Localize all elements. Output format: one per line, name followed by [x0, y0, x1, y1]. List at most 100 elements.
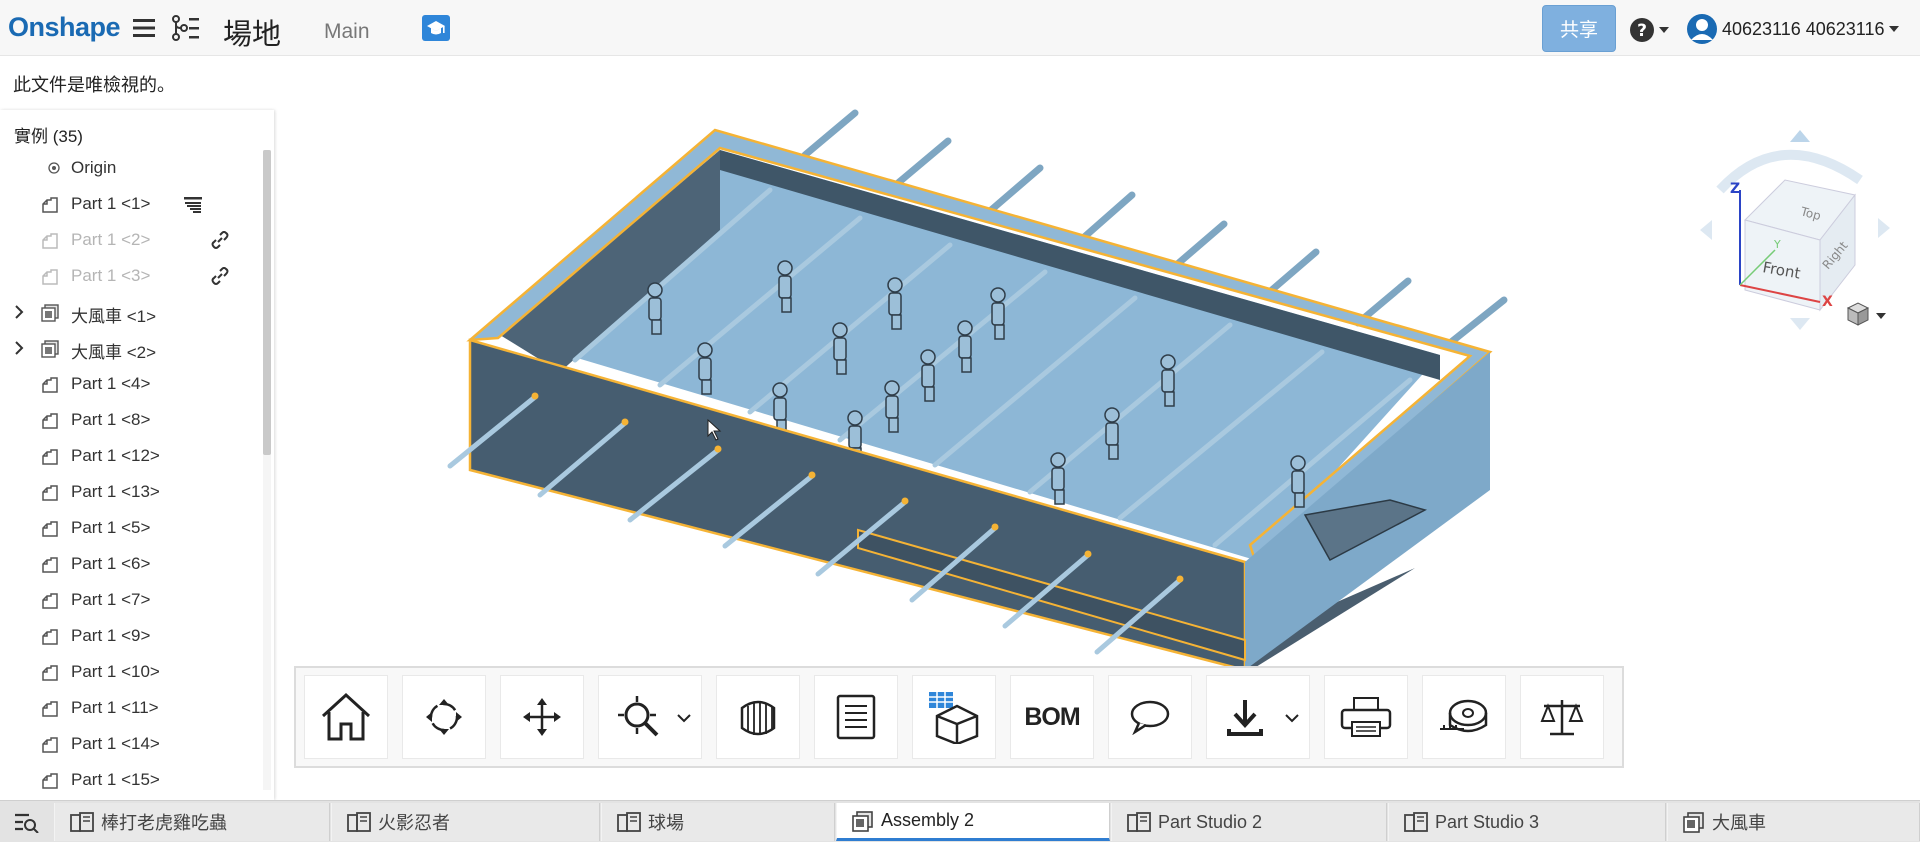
part-icon — [40, 375, 60, 400]
subassembly-icon — [40, 339, 60, 364]
avatar-icon — [1687, 14, 1717, 44]
svg-text:?: ? — [1637, 21, 1647, 41]
svg-text:X: X — [1822, 294, 1833, 310]
chevron-down-icon — [1659, 27, 1669, 33]
pan-button[interactable] — [500, 675, 584, 759]
tab-part-studio[interactable]: 火影忍者 — [331, 803, 600, 841]
part-icon — [40, 555, 60, 580]
chevron-down-icon[interactable] — [677, 714, 691, 723]
part-studio-icon — [347, 812, 371, 832]
section-view-button[interactable] — [716, 675, 800, 759]
part-icon — [40, 627, 60, 652]
instance-list-panel: 實例 (35) Origin Part 1 <1> Part 1 <2> Par… — [0, 110, 274, 800]
instance-item[interactable]: Part 1 <13> — [0, 474, 262, 510]
link-icon[interactable] — [211, 267, 229, 290]
document-title[interactable]: 場地 — [223, 11, 281, 53]
chevron-right-icon[interactable] — [14, 340, 24, 360]
instance-item[interactable]: Part 1 <11> — [0, 690, 262, 726]
instance-item[interactable]: Part 1 <5> — [0, 510, 262, 546]
tab-manager-button[interactable] — [0, 801, 52, 843]
part-icon — [40, 699, 60, 724]
part-icon — [40, 735, 60, 760]
part-icon — [40, 231, 60, 256]
instance-item[interactable]: Part 1 <6> — [0, 546, 262, 582]
exploded-view-button[interactable] — [912, 675, 996, 759]
tab-list-icon — [15, 813, 39, 833]
properties-icon — [836, 694, 876, 740]
instance-item[interactable]: Part 1 <4> — [0, 366, 262, 402]
subassembly-icon — [40, 303, 60, 328]
instance-item[interactable]: Part 1 <1> — [0, 186, 262, 222]
section-view-icon — [740, 700, 776, 736]
instance-item-subassembly[interactable]: 大風車 <2> — [0, 330, 262, 366]
tab-part-studio[interactable]: 棒打老虎雞吃蟲 — [54, 803, 330, 841]
instance-item-subassembly[interactable]: 大風車 <1> — [0, 294, 262, 330]
tab-part-studio-3[interactable]: Part Studio 3 — [1388, 803, 1666, 841]
share-button[interactable]: 共享 — [1542, 5, 1616, 52]
scrollbar-thumb[interactable] — [263, 150, 271, 455]
instance-item[interactable]: Part 1 <7> — [0, 582, 262, 618]
instance-tree: Origin Part 1 <1> Part 1 <2> Part 1 <3> … — [0, 150, 262, 798]
explode-table-icon — [929, 692, 979, 744]
zoom-button[interactable] — [598, 675, 702, 759]
learning-center-icon[interactable] — [421, 13, 451, 43]
instance-item[interactable]: Part 1 <15> — [0, 762, 262, 798]
instance-item[interactable]: Part 1 <3> — [0, 258, 262, 294]
bom-button[interactable]: BOM — [1010, 675, 1094, 759]
comment-button[interactable] — [1108, 675, 1192, 759]
instance-list-title: 實例 (35) — [14, 127, 83, 146]
rotate-button[interactable] — [402, 675, 486, 759]
tab-assembly-2[interactable]: Assembly 2 — [836, 803, 1110, 841]
rotate-right-icon — [1878, 218, 1890, 238]
rotate-down-icon — [1790, 318, 1810, 330]
instance-item[interactable]: Part 1 <14> — [0, 726, 262, 762]
home-view-button[interactable] — [304, 675, 388, 759]
branch-name[interactable]: Main — [324, 20, 370, 44]
view-options-icon — [1846, 302, 1886, 326]
measure-icon — [1440, 699, 1488, 733]
onshape-logo[interactable]: Onshape — [8, 12, 121, 43]
home-icon — [321, 692, 371, 741]
tab-part-studio[interactable]: 球場 — [601, 803, 835, 841]
part-icon — [40, 267, 60, 292]
part-icon — [40, 411, 60, 436]
chevron-down-icon[interactable] — [1285, 714, 1299, 723]
instance-item[interactable]: Part 1 <12> — [0, 438, 262, 474]
version-graph-icon[interactable] — [171, 14, 199, 42]
user-menu[interactable]: 40623116 40623116 — [1686, 13, 1899, 45]
part-studio-icon — [70, 812, 94, 832]
tab-bar: 棒打老虎雞吃蟲 火影忍者 球場 Assembly 2 Part Studio 2… — [0, 800, 1920, 842]
download-button[interactable] — [1206, 675, 1310, 759]
mass-properties-button[interactable] — [1520, 675, 1604, 759]
view-cube[interactable]: Top Front Right Z Y X — [1690, 120, 1910, 345]
link-icon[interactable] — [211, 231, 229, 254]
svg-text:Z: Z — [1730, 181, 1740, 197]
instance-item[interactable]: Part 1 <8> — [0, 402, 262, 438]
mass-properties-icon — [1540, 700, 1584, 736]
chevron-right-icon[interactable] — [14, 304, 24, 324]
instance-item[interactable]: Part 1 <2> — [0, 222, 262, 258]
measure-button[interactable] — [1422, 675, 1506, 759]
part-studio-icon — [1404, 812, 1428, 832]
instance-item-origin[interactable]: Origin — [0, 150, 262, 186]
assembly-icon — [1683, 812, 1704, 833]
tab-assembly[interactable]: 大風車 — [1667, 803, 1920, 841]
hamburger-menu-icon[interactable] — [130, 14, 158, 42]
rotate-icon — [426, 699, 462, 735]
help-menu[interactable]: ? — [1629, 17, 1669, 43]
print-button[interactable] — [1324, 675, 1408, 759]
part-icon — [40, 483, 60, 508]
rotate-left-icon — [1700, 220, 1712, 240]
help-icon: ? — [1630, 18, 1654, 42]
part-icon — [40, 771, 60, 796]
part-icon — [40, 195, 60, 220]
svg-text:Y: Y — [1773, 238, 1781, 251]
section-icon[interactable] — [183, 195, 203, 218]
origin-icon — [40, 159, 60, 184]
properties-button[interactable] — [814, 675, 898, 759]
tab-part-studio-2[interactable]: Part Studio 2 — [1111, 803, 1387, 841]
instance-item[interactable]: Part 1 <10> — [0, 654, 262, 690]
print-icon — [1340, 697, 1392, 737]
rotate-up-icon — [1790, 130, 1810, 142]
instance-item[interactable]: Part 1 <9> — [0, 618, 262, 654]
